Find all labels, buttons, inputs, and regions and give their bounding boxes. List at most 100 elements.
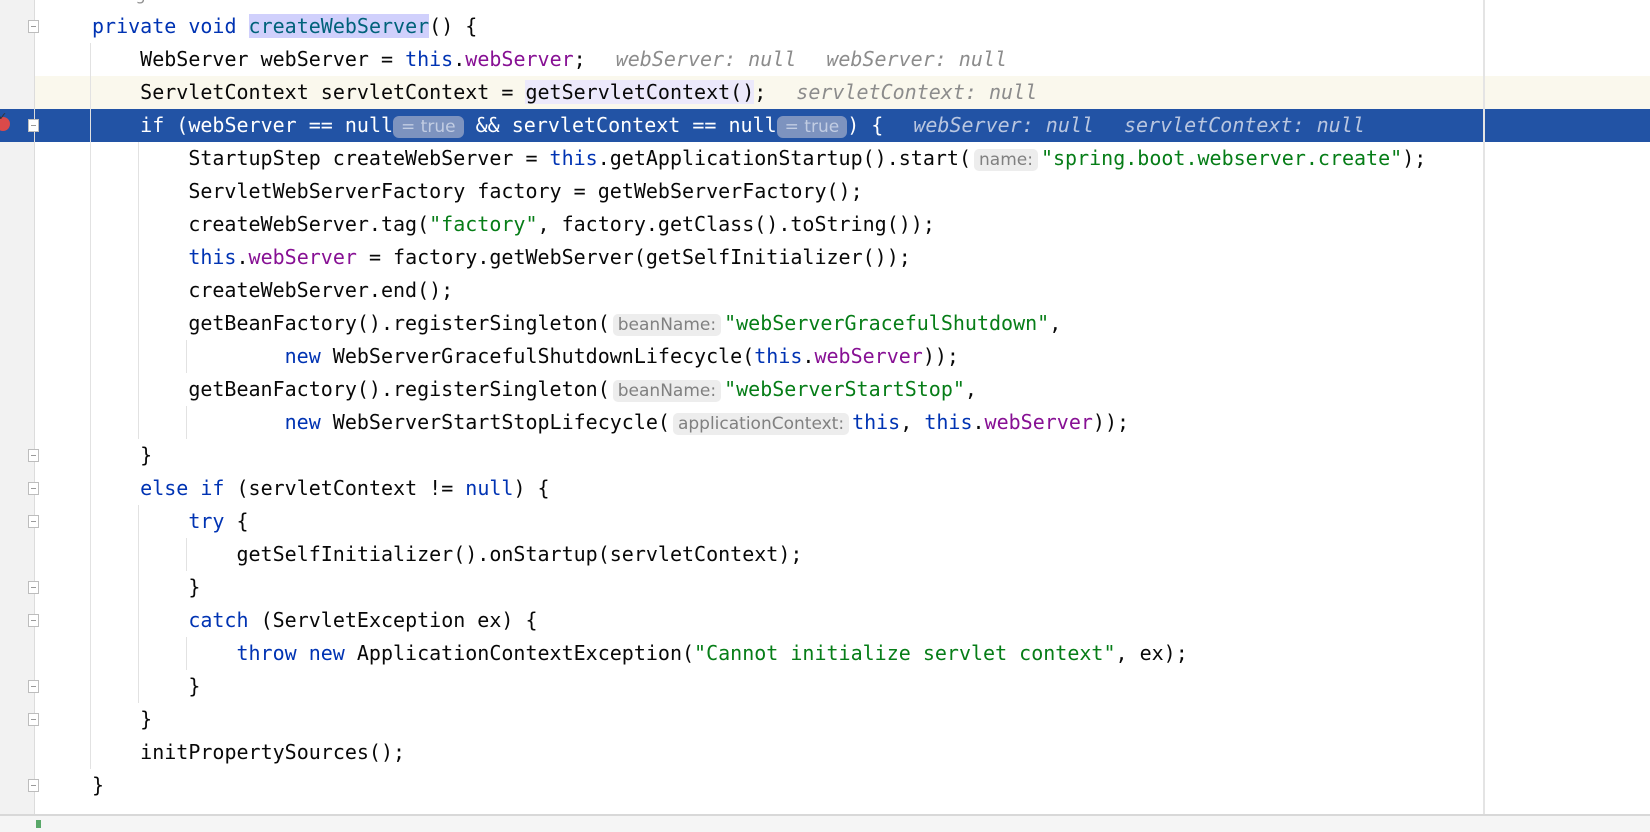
code-text: . — [453, 47, 466, 71]
field-ref: webServer — [984, 410, 1093, 434]
code-text: , — [964, 377, 977, 401]
code-line[interactable]: try { — [188, 505, 248, 538]
code-text: } — [140, 443, 153, 467]
code-line[interactable]: getSelfInitializer().onStartup(servletCo… — [236, 538, 802, 571]
parameter-hint: beanName: — [612, 314, 722, 336]
keyword: this — [924, 410, 973, 434]
code-line[interactable]: private void createWebServer() { — [92, 10, 477, 43]
fold-toggle-icon[interactable] — [28, 119, 39, 132]
code-line[interactable]: createWebServer.tag("factory", factory.g… — [188, 208, 935, 241]
code-text: (ServletException ex) { — [248, 608, 538, 632]
code-text: , — [1049, 311, 1062, 335]
code-text: WebServerStartStopLifecycle( — [332, 410, 670, 434]
code-text: = factory.getWebServer(getSelfInitialize… — [356, 245, 911, 269]
method-call-highlight: getServletContext() — [525, 80, 755, 104]
code-text: createWebServer.tag( — [188, 212, 430, 236]
code-line[interactable]: } — [92, 769, 104, 802]
bottom-tool-panel — [0, 814, 1650, 832]
code-line[interactable]: ServletWebServerFactory factory = getWeb… — [188, 175, 862, 208]
code-text: ; — [754, 80, 767, 104]
code-line[interactable]: StartupStep createWebServer = this.getAp… — [188, 142, 1426, 175]
code-text: . — [802, 344, 815, 368]
debug-value: webServer: null — [913, 113, 1094, 137]
code-line[interactable]: if (webServer == null = true && servletCo… — [140, 109, 1365, 142]
code-text: ) { — [847, 113, 884, 137]
code-text: (servletContext != — [224, 476, 466, 500]
indent-guide — [90, 43, 91, 769]
keyword: new — [284, 410, 333, 434]
string-literal: "webServerStartStop" — [724, 377, 965, 401]
code-text: , — [900, 410, 925, 434]
keyword: throw new — [236, 641, 357, 665]
code-text: } — [188, 674, 201, 698]
code-text: ApplicationContextException( — [356, 641, 695, 665]
indent-guide — [186, 538, 188, 571]
code-line[interactable]: catch (ServletException ex) { — [188, 604, 537, 637]
indent-guide — [186, 406, 188, 439]
keyword: this — [188, 245, 237, 269]
fold-toggle-icon[interactable] — [28, 482, 39, 495]
code-text: . — [236, 245, 249, 269]
code-line[interactable]: getBeanFactory().registerSingleton(beanN… — [188, 307, 1061, 340]
keyword: else if — [140, 476, 225, 500]
keyword: catch — [188, 608, 249, 632]
code-line[interactable]: WebServer webServer = this.webServer; web… — [140, 43, 1007, 76]
code-text: initPropertySources(); — [140, 740, 406, 764]
string-literal: "Cannot initialize servlet context" — [694, 641, 1116, 665]
indent-guide — [186, 340, 188, 373]
fold-toggle-icon[interactable] — [28, 614, 39, 627]
string-literal: "factory" — [429, 212, 538, 236]
code-text: } — [140, 707, 153, 731]
code-text: ) { — [513, 476, 550, 500]
fold-toggle-icon[interactable] — [28, 449, 39, 462]
string-literal: "spring.boot.webserver.create" — [1040, 146, 1403, 170]
indent-guide — [186, 637, 188, 670]
code-text: )); — [1092, 410, 1130, 434]
fold-toggle-icon[interactable] — [28, 713, 39, 726]
fold-toggle-icon[interactable] — [28, 515, 39, 528]
parameter-hint: applicationContext: — [672, 413, 850, 435]
keyword: private void — [92, 14, 249, 38]
keyword: if — [140, 113, 165, 137]
code-line[interactable]: } — [140, 439, 152, 472]
fold-toggle-icon[interactable] — [28, 680, 39, 693]
parameter-hint: name: — [974, 149, 1038, 171]
right-margin-guide — [1483, 0, 1485, 814]
code-line[interactable]: getBeanFactory().registerSingleton(beanN… — [188, 373, 977, 406]
parameter-hint: beanName: — [612, 380, 722, 402]
keyword: this — [549, 146, 598, 170]
code-line[interactable]: new WebServerGracefulShutdownLifecycle(t… — [285, 340, 959, 373]
code-text: { — [224, 509, 249, 533]
fold-toggle-icon[interactable] — [28, 779, 39, 792]
code-text: ServletContext servletContext = — [140, 80, 526, 104]
code-text: WebServerGracefulShutdownLifecycle( — [332, 344, 755, 368]
code-line[interactable]: createWebServer.end(); — [188, 274, 453, 307]
inline-value-bubble: = true — [776, 116, 848, 138]
code-line[interactable]: ServletContext servletContext = getServl… — [140, 76, 1037, 109]
code-line[interactable]: } — [140, 703, 152, 736]
code-text: ); — [1402, 146, 1427, 170]
code-text: getSelfInitializer().onStartup(servletCo… — [236, 542, 803, 566]
code-line[interactable]: this.webServer = factory.getWebServer(ge… — [188, 241, 910, 274]
code-text: , factory.getClass().toString()); — [537, 212, 935, 236]
debug-value: webServer: null — [615, 47, 797, 71]
method-declaration: createWebServer — [248, 14, 430, 38]
code-text: )); — [922, 344, 959, 368]
indent-guide — [138, 142, 140, 439]
code-line[interactable]: throw new ApplicationContextException("C… — [236, 637, 1187, 670]
code-line[interactable]: new WebServerStartStopLifecycle(applicat… — [285, 406, 1129, 439]
field-ref: webServer — [248, 245, 357, 269]
code-line[interactable]: } — [188, 670, 200, 703]
fold-toggle-icon[interactable] — [28, 20, 39, 33]
code-line[interactable]: else if (servletContext != null) { — [140, 472, 549, 505]
fold-toggle-icon[interactable] — [28, 581, 39, 594]
code-line[interactable]: } — [188, 571, 200, 604]
debug-value: servletContext: null — [796, 80, 1038, 104]
code-line[interactable]: initPropertySources(); — [140, 736, 405, 769]
keyword: this — [754, 344, 803, 368]
string-literal: "webServerGracefulShutdown" — [724, 311, 1050, 335]
code-text: () { — [429, 14, 478, 38]
field-ref: webServer — [814, 344, 923, 368]
code-text: . — [972, 410, 985, 434]
keyword: this — [405, 47, 454, 71]
